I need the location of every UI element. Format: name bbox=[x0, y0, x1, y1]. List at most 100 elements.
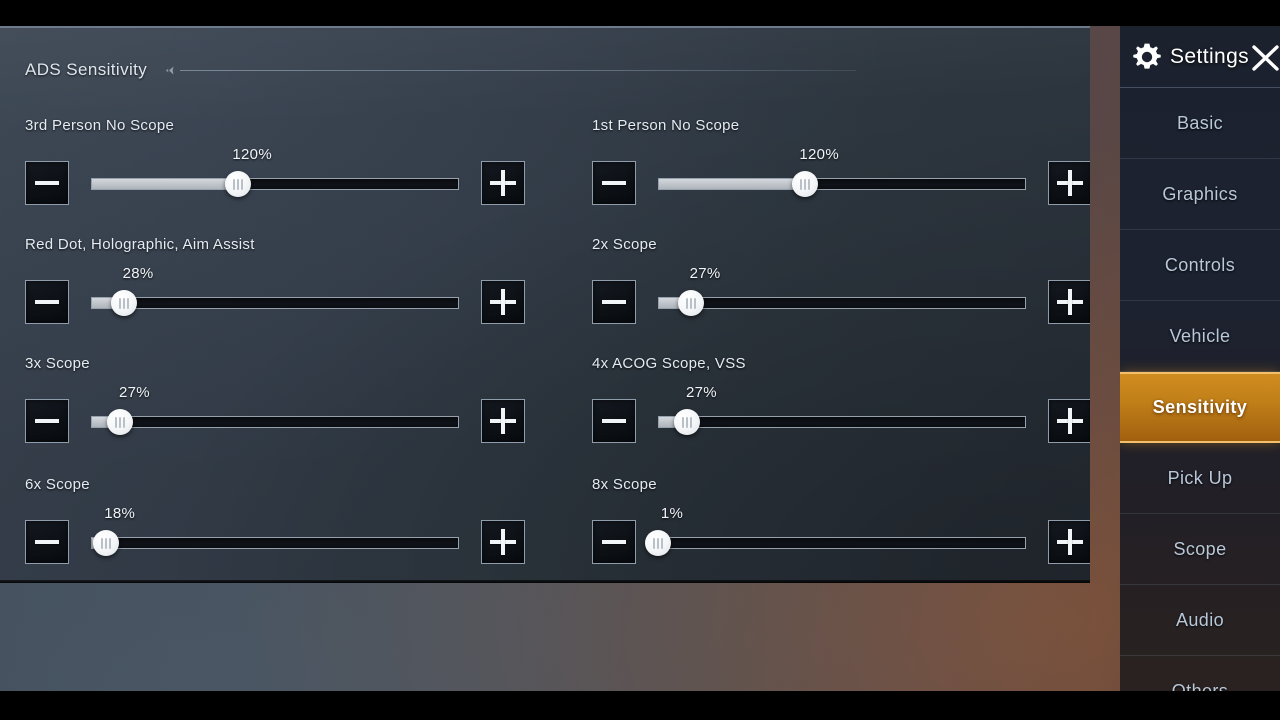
slider-track[interactable] bbox=[91, 537, 459, 549]
sensitivity-slider[interactable]: 1% bbox=[645, 505, 1026, 577]
increase-button[interactable] bbox=[1048, 280, 1090, 324]
chevron-left-icon[interactable] bbox=[165, 64, 178, 77]
minus-icon bbox=[602, 181, 626, 185]
sensitivity-slider[interactable]: 27% bbox=[91, 384, 459, 456]
sidebar-item-label: Basic bbox=[1176, 112, 1223, 133]
setting-controls: 28% bbox=[25, 265, 525, 337]
plus-icon bbox=[490, 408, 516, 434]
setting-row: 8x Scope 1% bbox=[592, 475, 1090, 583]
slider-track[interactable] bbox=[658, 178, 1026, 190]
slider-knob[interactable] bbox=[92, 530, 119, 556]
slider-track[interactable] bbox=[91, 297, 459, 309]
plus-icon bbox=[1057, 529, 1083, 555]
slider-track[interactable] bbox=[658, 537, 1026, 549]
setting-row: 3rd Person No Scope 120% bbox=[25, 116, 525, 236]
increase-button[interactable] bbox=[481, 399, 525, 443]
decrease-button[interactable] bbox=[25, 520, 69, 564]
decrease-button[interactable] bbox=[592, 520, 636, 564]
setting-row: Red Dot, Holographic, Aim Assist 28% bbox=[25, 235, 525, 355]
setting-controls: 18% bbox=[25, 505, 525, 577]
decrease-button[interactable] bbox=[592, 161, 636, 205]
sidebar-item-scope[interactable]: Scope bbox=[1120, 514, 1280, 585]
decrease-button[interactable] bbox=[25, 280, 69, 324]
sidebar-item-sensitivity[interactable]: Sensitivity bbox=[1120, 372, 1280, 443]
setting-label: 8x Scope bbox=[592, 476, 657, 493]
slider-track[interactable] bbox=[658, 297, 1026, 309]
sensitivity-slider[interactable]: 120% bbox=[91, 146, 459, 218]
slider-knob[interactable] bbox=[225, 171, 252, 197]
slider-knob[interactable] bbox=[674, 409, 701, 435]
setting-controls: 27% bbox=[592, 265, 1090, 337]
sidebar-item-controls[interactable]: Controls bbox=[1120, 230, 1280, 301]
setting-label: 1st Person No Scope bbox=[592, 117, 740, 134]
setting-label: 6x Scope bbox=[25, 476, 90, 493]
slider-track[interactable] bbox=[91, 416, 459, 428]
setting-row: 2x Scope 27% bbox=[592, 235, 1090, 355]
slider-value: 27% bbox=[685, 384, 717, 401]
settings-sidebar: Settings Basic Graphics Controls Vehicle Sen… bbox=[1120, 26, 1280, 691]
plus-icon bbox=[490, 170, 516, 196]
decrease-button[interactable] bbox=[592, 280, 636, 324]
setting-controls: 120% bbox=[592, 146, 1090, 218]
slider-knob[interactable] bbox=[792, 171, 819, 197]
sidebar-item-label: Audio bbox=[1175, 609, 1225, 630]
settings-panel: ADS Sensitivity 3rd Person No Scope 120% 1… bbox=[0, 26, 1090, 583]
setting-row: 1st Person No Scope 120% bbox=[592, 116, 1090, 236]
close-icon[interactable] bbox=[1246, 38, 1280, 78]
increase-button[interactable] bbox=[481, 520, 525, 564]
sidebar-item-label: Vehicle bbox=[1169, 325, 1231, 346]
setting-controls: 120% bbox=[25, 146, 525, 218]
sidebar-item-pick-up[interactable]: Pick Up bbox=[1120, 443, 1280, 514]
sensitivity-slider[interactable]: 18% bbox=[91, 505, 459, 577]
setting-controls: 27% bbox=[592, 384, 1090, 456]
sensitivity-slider[interactable]: 27% bbox=[658, 265, 1026, 337]
setting-row: 3x Scope 27% bbox=[25, 354, 525, 474]
sensitivity-slider[interactable]: 120% bbox=[658, 146, 1026, 218]
section-title: ADS Sensitivity bbox=[25, 60, 148, 79]
letterbox-bottom bbox=[0, 691, 1280, 720]
slider-track[interactable] bbox=[91, 178, 459, 190]
slider-track[interactable] bbox=[658, 416, 1026, 428]
minus-icon bbox=[35, 181, 59, 185]
minus-icon bbox=[602, 419, 626, 423]
sidebar-header: Settings bbox=[1120, 26, 1280, 88]
slider-fill bbox=[659, 179, 806, 189]
sidebar-item-label: Controls bbox=[1164, 254, 1236, 275]
slider-knob[interactable] bbox=[111, 290, 138, 316]
sidebar-item-label: Pick Up bbox=[1167, 467, 1233, 488]
sidebar-item-vehicle[interactable]: Vehicle bbox=[1120, 301, 1280, 372]
increase-button[interactable] bbox=[1048, 161, 1090, 205]
setting-label: 2x Scope bbox=[592, 236, 657, 253]
setting-row: 4x ACOG Scope, VSS 27% bbox=[592, 354, 1090, 474]
minus-icon bbox=[35, 419, 59, 423]
sidebar-item-others[interactable]: Others bbox=[1120, 656, 1280, 692]
sensitivity-slider[interactable]: 27% bbox=[658, 384, 1026, 456]
sidebar-item-graphics[interactable]: Graphics bbox=[1120, 159, 1280, 230]
setting-label: 3x Scope bbox=[25, 355, 90, 372]
sidebar-item-audio[interactable]: Audio bbox=[1120, 585, 1280, 656]
increase-button[interactable] bbox=[481, 161, 525, 205]
decrease-button[interactable] bbox=[592, 399, 636, 443]
slider-value: 1% bbox=[660, 505, 684, 522]
slider-knob[interactable] bbox=[107, 409, 134, 435]
slider-value: 18% bbox=[104, 505, 136, 522]
slider-knob[interactable] bbox=[678, 290, 705, 316]
setting-controls: 27% bbox=[25, 384, 525, 456]
increase-button[interactable] bbox=[1048, 520, 1090, 564]
decrease-button[interactable] bbox=[25, 161, 69, 205]
sidebar-title: Settings bbox=[1170, 44, 1250, 68]
increase-button[interactable] bbox=[481, 280, 525, 324]
decrease-button[interactable] bbox=[25, 399, 69, 443]
plus-icon bbox=[1057, 289, 1083, 315]
setting-controls: 1% bbox=[592, 505, 1090, 577]
slider-value: 120% bbox=[232, 146, 272, 163]
minus-icon bbox=[35, 300, 59, 304]
sensitivity-slider[interactable]: 28% bbox=[91, 265, 459, 337]
slider-knob[interactable] bbox=[645, 530, 671, 556]
setting-label: Red Dot, Holographic, Aim Assist bbox=[25, 236, 255, 253]
increase-button[interactable] bbox=[1048, 399, 1090, 443]
minus-icon bbox=[602, 300, 626, 304]
setting-label: 4x ACOG Scope, VSS bbox=[592, 355, 746, 372]
sidebar-item-label: Scope bbox=[1173, 538, 1227, 559]
sidebar-item-basic[interactable]: Basic bbox=[1120, 88, 1280, 159]
